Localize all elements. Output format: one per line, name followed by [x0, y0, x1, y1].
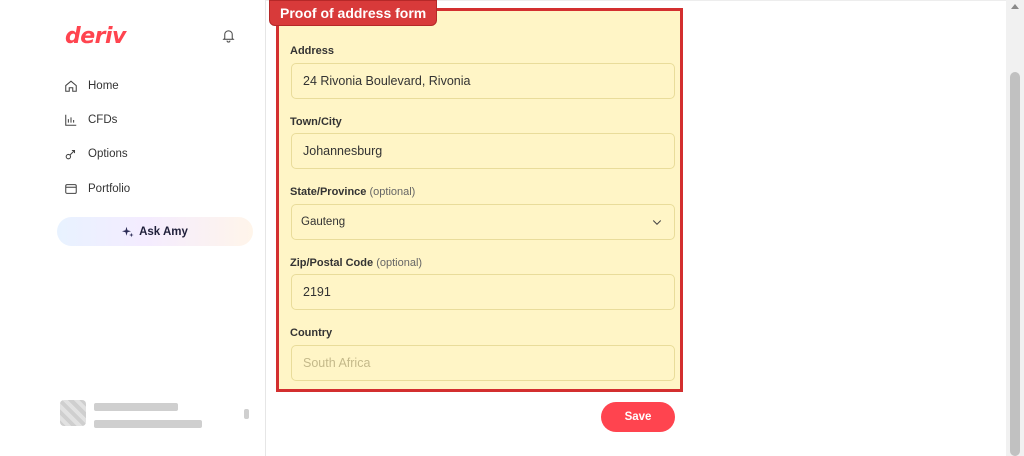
- address-input[interactable]: 24 Rivonia Boulevard, Rivonia: [291, 63, 675, 99]
- sidebar: deriv Home CFDs Options Portfolio Ask Am…: [0, 0, 266, 456]
- chart-icon: [64, 113, 78, 127]
- sidebar-item-label: Options: [88, 148, 128, 160]
- optional-hint: (optional): [376, 257, 423, 269]
- sidebar-item-label: Home: [88, 80, 119, 92]
- account-switcher[interactable]: [60, 398, 260, 432]
- city-label: Town/City: [290, 116, 342, 128]
- sidebar-item-cfds[interactable]: CFDs: [64, 110, 117, 130]
- ask-amy-label: Ask Amy: [139, 225, 188, 238]
- form-highlight-tag: Proof of address form: [269, 0, 438, 26]
- country-input: South Africa: [291, 345, 675, 381]
- sparkle-icon: [122, 226, 134, 238]
- scrollbar-thumb[interactable]: [1010, 72, 1020, 456]
- portfolio-icon: [64, 182, 78, 196]
- sidebar-item-portfolio[interactable]: Portfolio: [64, 179, 130, 199]
- sidebar-item-options[interactable]: Options: [64, 144, 128, 164]
- save-button[interactable]: Save: [601, 402, 675, 432]
- zip-input[interactable]: 2191: [291, 274, 675, 310]
- avatar: [60, 400, 86, 426]
- chevron-down-icon: [651, 216, 663, 228]
- zip-label: Zip/Postal Code (optional): [290, 257, 423, 269]
- account-name-redacted: [94, 403, 178, 411]
- account-menu-redacted: [244, 409, 249, 419]
- scroll-up-icon[interactable]: [1011, 4, 1019, 9]
- address-label: Address: [290, 45, 335, 57]
- deriv-logo[interactable]: deriv: [65, 24, 126, 49]
- state-select[interactable]: Gauteng: [291, 204, 675, 240]
- country-label: Country: [290, 327, 333, 339]
- account-detail-redacted: [94, 420, 202, 428]
- ask-amy-button[interactable]: Ask Amy: [57, 217, 253, 246]
- sidebar-item-label: Portfolio: [88, 183, 131, 195]
- bell-icon[interactable]: [221, 28, 236, 43]
- sidebar-item-label: CFDs: [88, 114, 118, 126]
- optional-hint: (optional): [369, 186, 416, 198]
- state-label: State/Province (optional): [290, 186, 416, 198]
- options-icon: [64, 147, 78, 161]
- city-input[interactable]: Johannesburg: [291, 133, 675, 169]
- sidebar-item-home[interactable]: Home: [64, 76, 119, 96]
- home-icon: [64, 79, 78, 93]
